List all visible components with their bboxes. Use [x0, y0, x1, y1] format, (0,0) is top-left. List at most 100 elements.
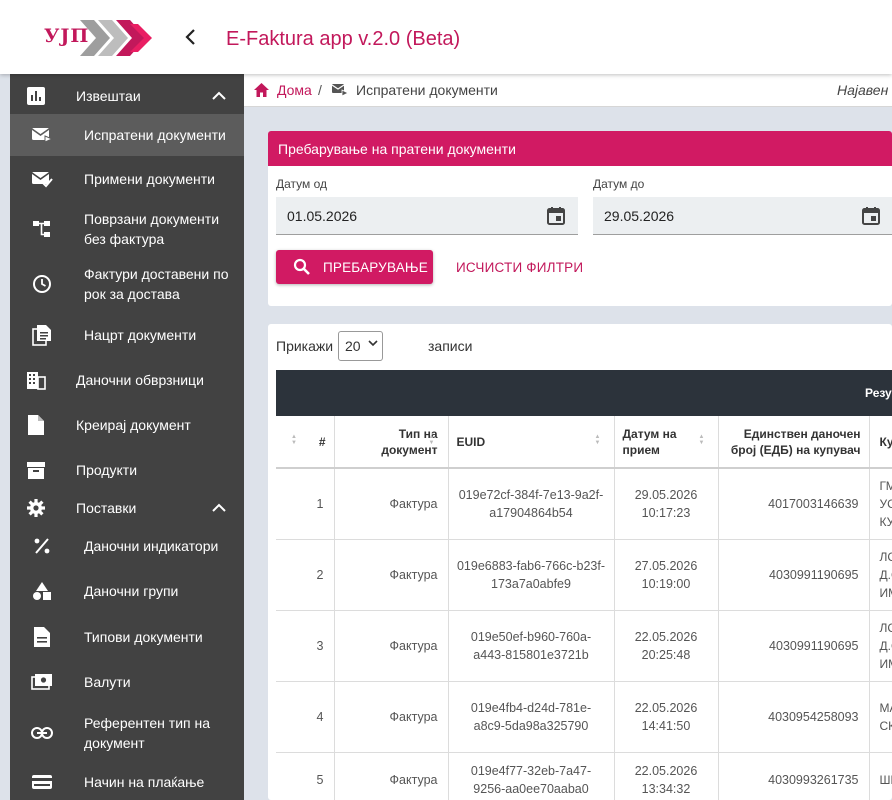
sidebar-item-label: Валути — [84, 674, 131, 690]
breadcrumb-home[interactable]: Дома — [254, 82, 312, 98]
sidebar-item-label: Фактури доставени по рок за достава — [84, 266, 229, 302]
breadcrumb-current-label: Испратени документи — [356, 82, 498, 98]
back-button[interactable] — [178, 24, 204, 50]
show-label: Прикажи — [276, 338, 334, 354]
cell-tax-number: 4030991190695 — [718, 610, 870, 682]
credit-card-icon — [30, 770, 54, 794]
sidebar-item-label: Извештаи — [76, 88, 141, 104]
page-size-select[interactable]: 20 — [338, 331, 383, 361]
sidebar-item-tax-groups[interactable]: Даночни групи — [10, 576, 244, 606]
sidebar-item-label: Поврзани документи без фактура — [84, 211, 220, 247]
column-header-document-type[interactable]: Тип на документ — [334, 416, 449, 469]
gear-icon — [24, 496, 48, 520]
cell-buyer: ЛС Д.С ИМ — [869, 539, 892, 611]
chevron-up-icon — [212, 500, 226, 516]
sidebar-item-document-types[interactable]: Типови документи — [10, 622, 244, 652]
sidebar-item-label: Начин на плаќање — [84, 774, 205, 790]
date-from-input[interactable]: 01.05.2026 — [276, 197, 578, 235]
sidebar-item-reference-type[interactable]: Референтен тип на документ — [10, 712, 244, 754]
sidebar-item-taxpayers[interactable]: Даночни обврзници — [10, 365, 244, 395]
sidebar-item-label: Типови документи — [84, 629, 203, 645]
breadcrumb: Дома / Испратени документи Најавен — [244, 74, 892, 107]
column-header-label: Ку — [879, 434, 892, 449]
sidebar-item-label: Примени документи — [84, 171, 215, 187]
link-icon — [30, 721, 54, 745]
results-table: # Тип на документ EUID Датум на прием Ед… — [276, 416, 892, 800]
sidebar-item-linked-documents[interactable]: Поврзани документи без фактура — [10, 208, 244, 250]
chevron-left-icon — [185, 29, 195, 45]
sidebar-item-create-document[interactable]: Креирај документ — [10, 410, 244, 440]
search-button-label: ПРЕБАРУВАЊЕ — [323, 260, 428, 275]
cell-document-type: Фактура — [334, 468, 449, 540]
sidebar-item-products[interactable]: Продукти — [10, 455, 244, 485]
sidebar-item-label: Креирај документ — [76, 417, 191, 433]
date-to-value: 29.05.2026 — [604, 208, 675, 224]
cell-euid: 019e4fb4-d24d-781e-a8c9-5da98a325790 — [448, 681, 615, 753]
column-header-label: Единствен даночен број (ЕДБ) на купувач — [730, 426, 861, 457]
column-header-tax-number[interactable]: Единствен даночен број (ЕДБ) на купувач — [718, 416, 870, 469]
description-icon — [30, 625, 54, 649]
sidebar-item-payment-method[interactable]: Начин на плаќање — [10, 767, 244, 797]
cell-euid: 019e72cf-384f-7e13-9a2f-a17904864b54 — [448, 468, 615, 540]
cell-number: 2 — [276, 539, 335, 611]
cell-document-type: Фактура — [334, 610, 449, 682]
calendar-icon[interactable] — [546, 206, 566, 226]
breadcrumb-home-label: Дома — [277, 82, 312, 98]
date-from-value: 01.05.2026 — [287, 208, 358, 224]
cell-date: 27.05.2026 10:19:00 — [614, 539, 719, 611]
cell-tax-number: 4030991190695 — [718, 539, 870, 611]
records-label: записи — [428, 338, 473, 354]
table-row[interactable]: 3 Фактура 019e50ef-b960-760a-a443-815801e3… — [276, 610, 892, 682]
cell-document-type: Фактура — [334, 681, 449, 753]
search-button[interactable]: ПРЕБАРУВАЊЕ — [276, 250, 433, 284]
table-row[interactable]: 5 Фактура 019e4f77-32eb-7a47-9256-aa0ee70a… — [276, 752, 892, 800]
results-header: Резу — [276, 370, 892, 416]
percent-icon — [30, 534, 54, 558]
column-header-label: Датум на прием — [622, 426, 677, 457]
sidebar-item-label: Даночни индикатори — [84, 538, 219, 554]
sidebar-item-label: Даночни обврзници — [76, 372, 204, 388]
table-row[interactable]: 2 Фактура 019e6883-fab6-766c-b23f-173a7a0a… — [276, 539, 892, 611]
column-header-number[interactable]: # — [276, 416, 335, 469]
sidebar-item-reports[interactable]: Извештаи — [10, 81, 244, 111]
cell-tax-number: 4030993261735 — [718, 752, 870, 800]
chevron-up-icon — [212, 88, 226, 104]
date-to-input[interactable]: 29.05.2026 — [593, 197, 892, 235]
search-card: Пребарување на пратени документи Датум о… — [268, 131, 892, 306]
mail-check-icon — [30, 167, 54, 191]
sidebar-item-label: Референтен тип на документ — [84, 715, 210, 751]
archive-icon — [24, 458, 48, 482]
cell-document-type: Фактура — [334, 539, 449, 611]
bar-chart-icon — [24, 84, 48, 108]
sidebar-item-invoices-delivery[interactable]: Фактури доставени по рок за достава — [10, 263, 244, 305]
app-title: E-Faktura app v.2.0 (Beta) — [226, 28, 461, 50]
cell-date: 22.05.2026 20:25:48 — [614, 610, 719, 682]
hierarchy-icon — [30, 217, 54, 241]
cell-date: 22.05.2026 14:41:50 — [614, 681, 719, 753]
sidebar-item-received-documents[interactable]: Примени документи — [10, 164, 244, 194]
chevron-down-icon — [368, 338, 378, 350]
clock-icon — [30, 272, 54, 296]
logo-chevrons-icon — [80, 20, 152, 56]
clear-filters-button[interactable]: ИСЧИСТИ ФИЛТРИ — [456, 260, 583, 275]
shapes-icon — [30, 579, 54, 603]
cell-euid: 019e6883-fab6-766c-b23f-173a7a0abfe9 — [448, 539, 615, 611]
sidebar-item-sent-documents[interactable]: Испратени документи — [10, 114, 244, 156]
results-card: Прикажи 20 записи Резу # Тип на документ… — [268, 324, 892, 800]
money-icon — [30, 670, 54, 694]
table-header-row: # Тип на документ EUID Датум на прием Ед… — [276, 416, 892, 469]
table-row[interactable]: 4 Фактура 019e4fb4-d24d-781e-a8c9-5da98a32… — [276, 681, 892, 753]
search-icon — [293, 258, 310, 275]
sidebar-item-tax-indicators[interactable]: Даночни индикатори — [10, 531, 244, 561]
column-header-euid[interactable]: EUID — [448, 416, 615, 469]
sidebar-item-currencies[interactable]: Валути — [10, 667, 244, 697]
breadcrumb-separator: / — [318, 82, 322, 98]
column-header-date[interactable]: Датум на прием — [614, 416, 719, 469]
sidebar-item-draft-documents[interactable]: Нацрт документи — [10, 320, 244, 350]
calendar-icon[interactable] — [861, 206, 881, 226]
sidebar-item-settings[interactable]: Поставки — [10, 493, 244, 523]
date-to-label: Датум до — [593, 177, 645, 191]
page-size-value: 20 — [345, 338, 361, 354]
column-header-buyer[interactable]: Ку — [869, 416, 892, 469]
table-row[interactable]: 1 Фактура 019e72cf-384f-7e13-9a2f-a1790486… — [276, 468, 892, 540]
